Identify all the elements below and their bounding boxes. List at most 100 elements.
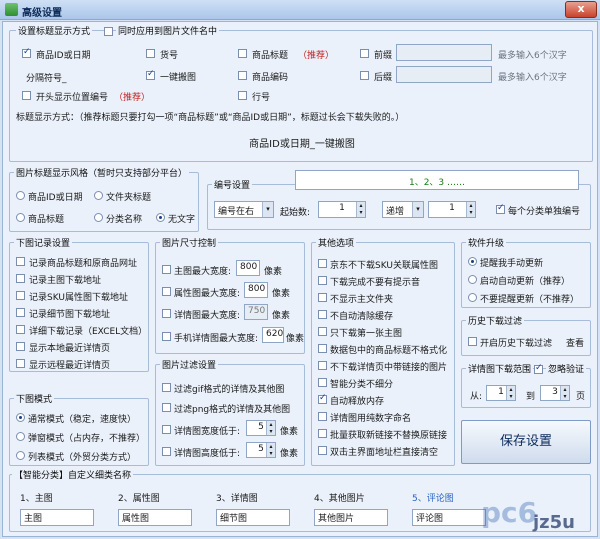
detail-width-input[interactable]: 750: [244, 304, 268, 320]
record-item-checkbox[interactable]: [16, 308, 25, 317]
other-option-checkbox[interactable]: [318, 361, 327, 370]
other-option-label: 不自动清除缓存: [330, 312, 394, 322]
history-view-link[interactable]: 查看: [566, 336, 584, 349]
prefix-checkbox[interactable]: [360, 49, 369, 58]
spinner-icon[interactable]: ▴ ▾: [266, 421, 275, 435]
suffix-checkbox[interactable]: [360, 71, 369, 80]
other-option-checkbox[interactable]: [318, 446, 327, 455]
other-option-checkbox[interactable]: [318, 327, 327, 336]
mode-popup-radio[interactable]: [16, 432, 25, 441]
attr-width-input[interactable]: 800: [244, 282, 268, 298]
other-option-checkbox[interactable]: [318, 310, 327, 319]
filter-gif-checkbox[interactable]: [162, 383, 171, 392]
other-option-label: 不下载详情页中带链接的图片: [330, 363, 448, 373]
other-option-checkbox[interactable]: [318, 412, 327, 421]
record-item-checkbox[interactable]: [16, 291, 25, 300]
mobile-width-input[interactable]: 620: [262, 327, 284, 343]
record-item-checkbox[interactable]: [16, 342, 25, 351]
product-code-checkbox[interactable]: [238, 71, 247, 80]
upgrade-group: 软件升级 提醒我手动更新 启动自动更新（推荐） 不要提醒更新（不推荐）: [461, 236, 591, 308]
other-option-checkbox[interactable]: [318, 276, 327, 285]
mode-normal-radio[interactable]: [16, 413, 25, 422]
category-main-input[interactable]: 主图: [20, 509, 94, 526]
style-category-radio[interactable]: [94, 213, 103, 222]
suffix-input[interactable]: [396, 66, 492, 83]
filter-width-checkbox[interactable]: [162, 425, 171, 434]
style-title-label: 商品标题: [28, 215, 65, 225]
main-width-checkbox[interactable]: [162, 265, 171, 274]
record-item-checkbox[interactable]: [16, 257, 25, 266]
recommend-badge: （推荐）: [298, 51, 335, 61]
upgrade-auto-label: 启动自动更新（推荐）: [480, 277, 571, 287]
style-id-date-radio[interactable]: [16, 191, 25, 200]
sku-checkbox[interactable]: [146, 49, 155, 58]
history-filter-legend: 历史下载过滤: [466, 314, 525, 327]
number-position-select[interactable]: 编号在右 ▾: [214, 201, 274, 218]
upgrade-remind-radio[interactable]: [468, 257, 477, 266]
history-filter-label: 开启历史下载过滤: [480, 339, 553, 349]
upgrade-none-label: 不要提醒更新（不推荐）: [480, 295, 580, 305]
mobile-width-checkbox[interactable]: [162, 332, 171, 341]
category-attr-input[interactable]: 属性图: [118, 509, 192, 526]
prefix-input[interactable]: [396, 44, 492, 61]
product-title-checkbox[interactable]: [238, 49, 247, 58]
other-option-checkbox[interactable]: [318, 344, 327, 353]
sync-filename-checkbox[interactable]: [104, 27, 113, 36]
close-button[interactable]: x: [565, 1, 597, 18]
title-display-group: 设置标题显示方式 同时应用到图片文件名中 商品ID或日期 货号 商品标题 （推荐…: [9, 24, 593, 162]
start-num-checkbox[interactable]: [22, 91, 31, 100]
increment-select[interactable]: 递增 ▾: [382, 201, 424, 218]
other-option-checkbox[interactable]: [318, 378, 327, 387]
record-item-checkbox[interactable]: [16, 359, 25, 368]
start-number-input[interactable]: 1 ▴ ▾: [318, 201, 366, 218]
other-option-checkbox[interactable]: [318, 393, 327, 404]
filter-height-checkbox[interactable]: [162, 447, 171, 456]
filter-width-input[interactable]: 5 ▴ ▾: [246, 420, 276, 436]
category-review-input[interactable]: 评论图: [412, 509, 486, 526]
style-title-radio[interactable]: [16, 213, 25, 222]
detail-width-checkbox[interactable]: [162, 309, 171, 318]
other-option-checkbox[interactable]: [318, 293, 327, 302]
filter-legend: 图片过滤设置: [160, 358, 219, 371]
other-option-checkbox[interactable]: [318, 259, 327, 268]
category-other-input[interactable]: 其他图片: [314, 509, 388, 526]
category-detail-label: 3、详情图: [216, 494, 258, 504]
range-to-label: 到: [526, 392, 536, 402]
start-number-value: 1: [339, 203, 345, 213]
filter-png-label: 过滤png格式的详情及其他图: [174, 405, 291, 415]
filter-height-input[interactable]: 5 ▴ ▾: [246, 442, 276, 458]
attr-width-checkbox[interactable]: [162, 287, 171, 296]
per-category-checkbox[interactable]: [496, 203, 505, 214]
row-checkbox[interactable]: [238, 91, 247, 100]
step-input[interactable]: 1 ▴ ▾: [428, 201, 476, 218]
product-id-date-checkbox[interactable]: [22, 47, 31, 58]
other-option-label: 只下载第一张主图: [330, 329, 403, 339]
record-item-checkbox[interactable]: [16, 274, 25, 283]
dialog-body: 设置标题显示方式 同时应用到图片文件名中 商品ID或日期 货号 商品标题 （推荐…: [2, 21, 598, 537]
other-option-checkbox[interactable]: [318, 429, 327, 438]
main-width-input[interactable]: 800: [236, 260, 260, 276]
range-to-input[interactable]: 3 ▴ ▾: [540, 385, 570, 401]
style-filename-radio[interactable]: [94, 191, 103, 200]
upgrade-none-radio[interactable]: [468, 293, 477, 302]
range-page-label: 页: [576, 392, 586, 402]
record-item-checkbox[interactable]: [16, 325, 25, 334]
spinner-icon[interactable]: ▴ ▾: [560, 386, 569, 400]
save-settings-button[interactable]: 保存设置: [461, 420, 591, 464]
mode-normal-label: 通常模式（稳定，速度快）: [28, 415, 137, 425]
category-detail-input[interactable]: 细节图: [216, 509, 290, 526]
spinner-icon[interactable]: ▴ ▾: [356, 202, 365, 217]
filter-png-checkbox[interactable]: [162, 403, 171, 412]
history-filter-checkbox[interactable]: [468, 337, 477, 346]
ignore-verify-checkbox[interactable]: [534, 363, 543, 374]
style-none-radio[interactable]: [156, 213, 165, 222]
range-from-input[interactable]: 1 ▴ ▾: [486, 385, 516, 401]
spinner-icon[interactable]: ▴ ▾: [506, 386, 515, 400]
detail-range-legend: 详情图下载范围: [466, 362, 534, 375]
upgrade-auto-radio[interactable]: [468, 275, 477, 284]
spinner-icon[interactable]: ▴ ▾: [266, 443, 275, 457]
one-key-checkbox[interactable]: [146, 69, 155, 80]
range-from-value: 1: [498, 387, 504, 397]
mode-list-radio[interactable]: [16, 451, 25, 460]
spinner-icon[interactable]: ▴ ▾: [466, 202, 475, 217]
